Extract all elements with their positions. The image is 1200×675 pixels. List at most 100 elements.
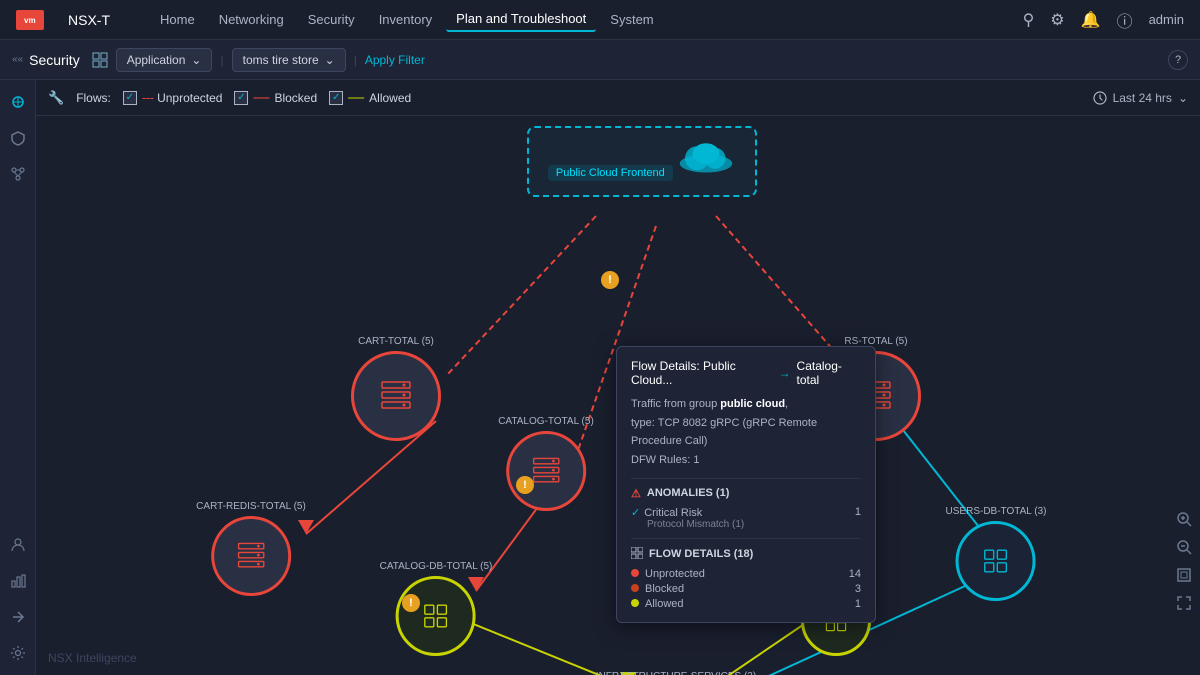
settings-icon[interactable]: ⚙ [1050, 10, 1064, 30]
sidebar-icon-flow[interactable] [4, 160, 32, 188]
right-side-icons [1172, 507, 1196, 615]
tooltip-arrow: → [779, 366, 791, 380]
nav-inventory[interactable]: Inventory [369, 8, 442, 31]
blocked-label: Blocked [274, 91, 317, 105]
flows-label: Flows: [76, 91, 111, 105]
sidebar-icon-settings[interactable] [4, 639, 32, 667]
allowed-dot [631, 599, 639, 607]
solid-line-allowed-icon: — [348, 90, 364, 106]
catalog-db-node[interactable]: CATALOG-DB-TOTAL (5) [380, 561, 493, 656]
nav-items: Home Networking Security Inventory Plan … [150, 7, 999, 32]
nav-system[interactable]: System [600, 8, 663, 31]
tooltip-dfw: DFW Rules: 1 [631, 451, 861, 470]
cart-redis-label: CART-REDIS-TOTAL (5) [196, 501, 306, 512]
flow-unprotected: ✓ - - - Unprotected [123, 90, 223, 105]
filter-group: Application ⌄ | toms tire store ⌄ | Appl… [92, 48, 425, 72]
flow-details-title: FLOW DETAILS (18) [631, 547, 861, 562]
users-db-label: USERS-DB-TOTAL (3) [946, 506, 1047, 517]
nav-plan-troubleshoot[interactable]: Plan and Troubleshoot [446, 7, 596, 32]
infra-node[interactable]: INFRASTRUCTURE-SERVICES (2) [596, 671, 756, 675]
sidebar-icon-chart[interactable] [4, 567, 32, 595]
help-button[interactable]: ? [1168, 50, 1188, 70]
server-icon [376, 376, 416, 416]
critical-risk-row: ✓Critical Risk 1 [631, 506, 861, 519]
store-filter[interactable]: toms tire store ⌄ [232, 48, 346, 72]
admin-label: admin [1149, 12, 1184, 27]
cart-total-label: CART-TOTAL (5) [358, 336, 434, 347]
flow-blocked: ✓ — Blocked [234, 90, 317, 106]
sidebar-icon-shield[interactable] [4, 124, 32, 152]
unprotected-row: Unprotected 14 [631, 568, 861, 580]
catalog-total-label: CATALOG-TOTAL (5) [498, 416, 594, 427]
time-label: Last 24 hrs [1113, 91, 1172, 105]
allowed-label: Allowed [369, 91, 411, 105]
wrench-icon: 🔧 [48, 90, 64, 106]
collapse-icon[interactable]: «« [12, 54, 23, 65]
separator2: | [354, 53, 357, 67]
unprotected-label: Unprotected [157, 91, 222, 105]
bell-icon[interactable]: 🔔 [1081, 10, 1101, 30]
flow-details-section: FLOW DETAILS (18) Unprotected 14 Blocked… [631, 538, 861, 610]
allowed-checkbox[interactable]: ✓ [329, 91, 343, 105]
tooltip-body: Traffic from group public cloud, type: T… [631, 395, 861, 470]
clock-icon [1093, 91, 1107, 105]
top-bar-right: ⚲ ⚙ 🔔 ⓘ admin [1023, 8, 1184, 32]
cart-total-node[interactable]: CART-TOTAL (5) [351, 336, 441, 441]
main-layout: 🔧 Flows: ✓ - - - Unprotected ✓ — Blocked… [0, 80, 1200, 675]
catalog-total-circle [506, 431, 586, 511]
warning-badge-catalog: ! [516, 476, 534, 494]
separator: | [220, 53, 223, 67]
watermark: NSX Intelligence [48, 651, 137, 665]
toolbar: 🔧 Flows: ✓ - - - Unprotected ✓ — Blocked… [36, 80, 1200, 116]
cloud-icon [676, 136, 736, 176]
infra-label: INFRASTRUCTURE-SERVICES (2) [596, 671, 756, 675]
top-navigation-bar: vm NSX-T Home Networking Security Invent… [0, 0, 1200, 40]
sidebar-icon-topology[interactable] [4, 88, 32, 116]
catalog-total-node[interactable]: CATALOG-TOTAL (5) [498, 416, 594, 511]
solid-line-blocked-icon: — [253, 90, 269, 106]
tooltip-target: Catalog-total [797, 359, 861, 387]
cart-total-circle [351, 351, 441, 441]
left-sidebar [0, 80, 36, 675]
anomalies-section: ⚠ ANOMALIES (1) ✓Critical Risk 1 Protoco… [631, 478, 861, 530]
warning-badge-cloud: ! [601, 271, 619, 289]
fit-icon[interactable] [1172, 563, 1196, 587]
flow-details-tooltip: Flow Details: Public Cloud... → Catalog-… [616, 346, 876, 623]
public-cloud-node[interactable]: Public Cloud Frontend [527, 126, 757, 197]
users-db-circle [956, 521, 1036, 601]
nav-networking[interactable]: Networking [209, 8, 294, 31]
tooltip-type: type: TCP 8082 gRPC (gRPC Remote Procedu… [631, 414, 861, 451]
help-icon[interactable]: ⓘ [1117, 8, 1133, 32]
anomaly-warning-icon: ⚠ [631, 487, 641, 500]
nav-security[interactable]: Security [298, 8, 365, 31]
zoom-in-icon[interactable] [1172, 507, 1196, 531]
second-bar: «« Security Application ⌄ | toms tire st… [0, 40, 1200, 80]
sidebar-icon-arrow[interactable] [4, 603, 32, 631]
warning-badge-catalog-db: ! [402, 594, 420, 612]
time-filter[interactable]: Last 24 hrs ⌄ [1093, 91, 1188, 105]
unprotected-checkbox[interactable]: ✓ [123, 91, 137, 105]
dashed-line-icon: - - - [142, 90, 152, 105]
section-title: Security [29, 52, 80, 68]
vm-logo: vm [16, 10, 44, 30]
server-icon2 [233, 538, 269, 574]
content-area: 🔧 Flows: ✓ - - - Unprotected ✓ — Blocked… [36, 80, 1200, 675]
blocked-row: Blocked 3 [631, 583, 861, 595]
users-db-node[interactable]: USERS-DB-TOTAL (3) [946, 506, 1047, 601]
application-filter[interactable]: Application ⌄ [116, 48, 213, 72]
protocol-mismatch: Protocol Mismatch (1) [631, 519, 861, 530]
apply-filter-button[interactable]: Apply Filter [365, 53, 425, 67]
network-canvas: Public Cloud Frontend ! CART-TOTAL (5) [36, 116, 1200, 675]
expand-icon[interactable] [1172, 591, 1196, 615]
sidebar-icon-user[interactable] [4, 531, 32, 559]
blocked-checkbox[interactable]: ✓ [234, 91, 248, 105]
db-icon [418, 598, 454, 634]
unprotected-dot [631, 569, 639, 577]
tooltip-header: Flow Details: Public Cloud... → Catalog-… [631, 359, 861, 387]
catalog-db-circle [396, 576, 476, 656]
cart-redis-node[interactable]: CART-REDIS-TOTAL (5) [196, 501, 306, 596]
nav-home[interactable]: Home [150, 8, 205, 31]
search-icon[interactable]: ⚲ [1023, 10, 1035, 30]
check-icon: ✓ [631, 507, 640, 519]
zoom-out-icon[interactable] [1172, 535, 1196, 559]
